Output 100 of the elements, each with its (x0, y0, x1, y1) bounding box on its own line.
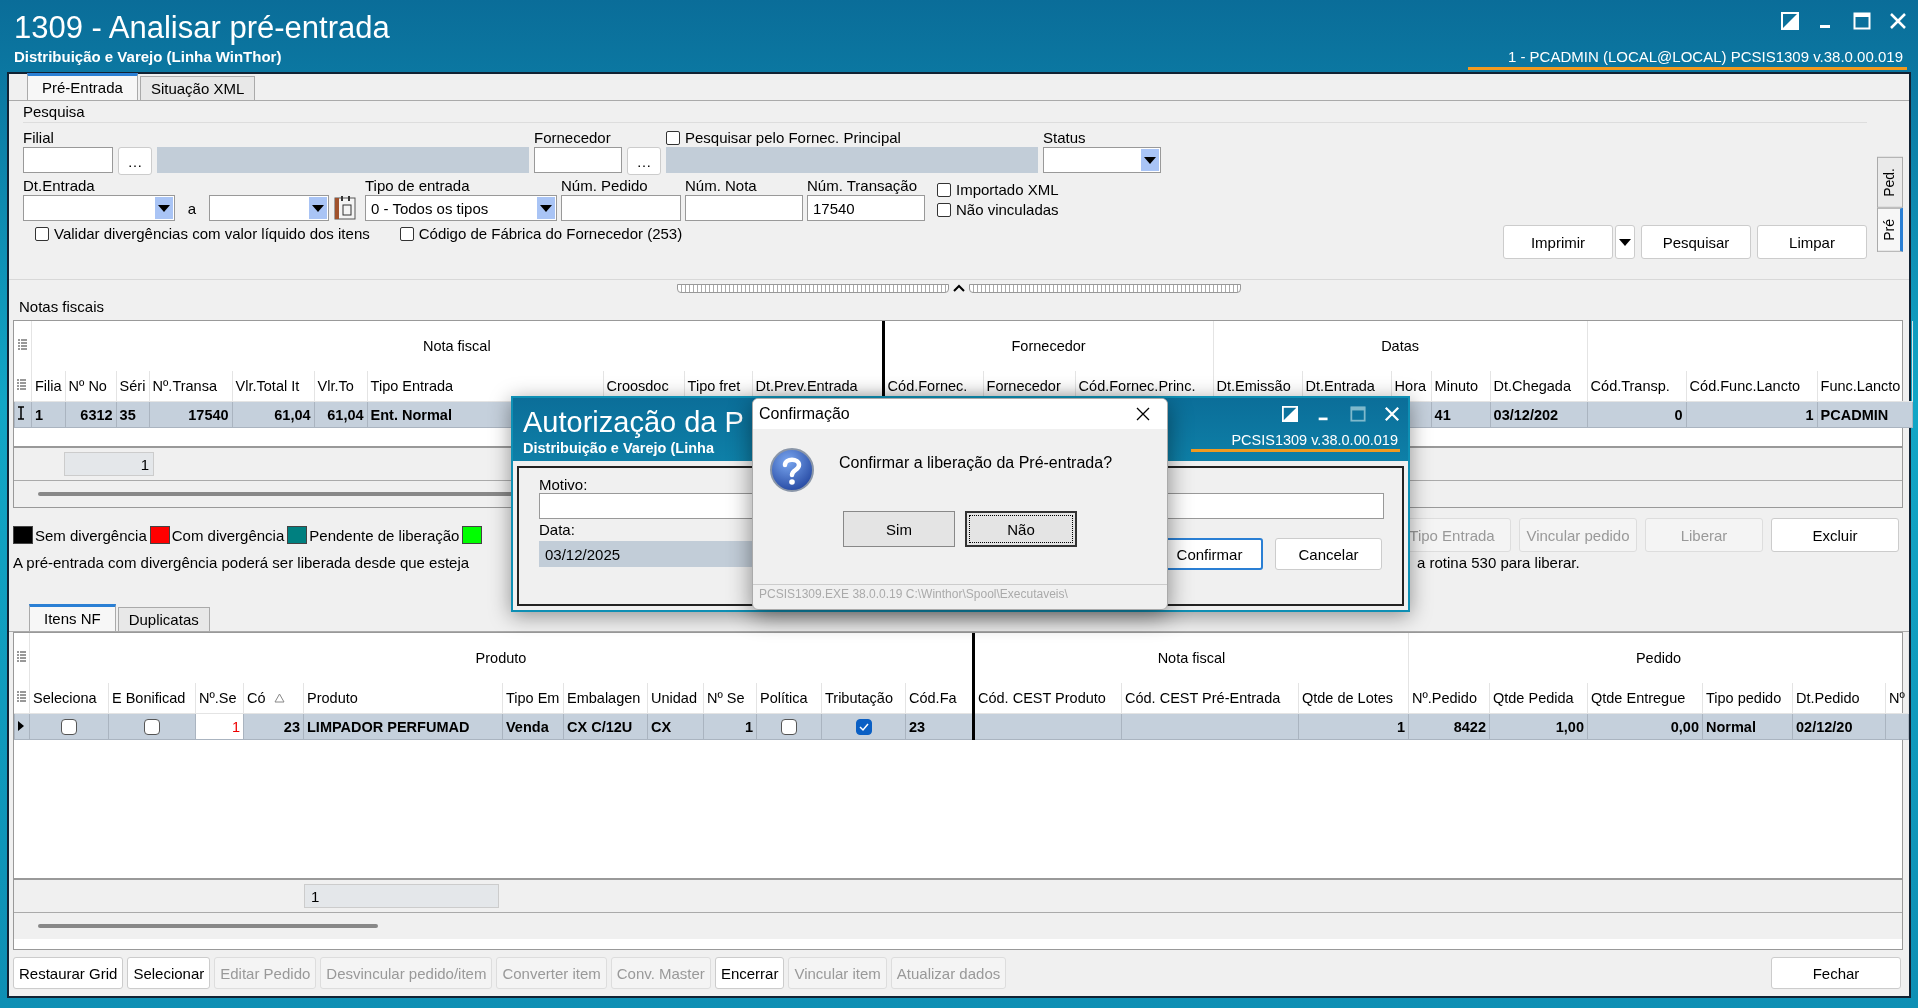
legend-label: Pendente de liberação (309, 526, 460, 544)
splitter-handle[interactable] (969, 283, 1241, 293)
column-header[interactable]: E Bonificad (112, 690, 192, 706)
column-header[interactable]: Cód.Func.Lancto (1686, 371, 1818, 402)
column-chooser-icon[interactable] (16, 379, 26, 391)
checkbox[interactable]: Validar divergências com valor líquido dos itens (35, 225, 370, 242)
dialog-button[interactable]: Não (965, 511, 1077, 547)
collapse-icon[interactable] (953, 284, 965, 292)
action-button[interactable]: Imprimir (1503, 225, 1613, 259)
checkbox[interactable]: Não vinculadas (937, 201, 1069, 218)
legend-label: Com divergência (171, 526, 285, 544)
action-button[interactable]: Encerrar (714, 957, 785, 989)
column-header[interactable]: Cód. CEST Pré-Entrada (1125, 690, 1295, 706)
input-field[interactable] (685, 195, 803, 221)
column-header[interactable]: Séri (116, 371, 150, 402)
close-icon[interactable] (1135, 406, 1151, 422)
column-header[interactable]: Produto (307, 690, 499, 706)
dialog-title: Confirmação (759, 405, 850, 423)
action-button[interactable]: Restaurar Grid (13, 957, 124, 989)
action-button[interactable]: Selecionar (127, 957, 211, 989)
maximize-icon (1350, 406, 1366, 422)
column-header[interactable]: Nº.Se (199, 690, 240, 706)
checkbox[interactable]: Código de Fábrica do Fornecedor (253) (399, 225, 683, 242)
column-header[interactable]: Tipo pedido (1706, 690, 1789, 706)
tab[interactable]: Pré-Entrada (27, 73, 138, 100)
column-header[interactable]: Vlr.Total It (232, 371, 315, 402)
column-header[interactable]: Nº (1889, 690, 1905, 706)
input-field[interactable] (561, 195, 681, 221)
dialog-button[interactable]: Sim (843, 511, 955, 547)
field-label: Núm. Transação (807, 177, 919, 194)
column-group-header: Produto (475, 650, 527, 666)
column-header[interactable]: Embalagen (567, 690, 644, 706)
action-button[interactable]: Limpar (1757, 225, 1867, 259)
table-cell: LIMPADOR PERFUMAD (307, 718, 470, 735)
column-header[interactable]: Cód.Fa (909, 690, 969, 706)
column-header[interactable]: Nº No (65, 371, 117, 402)
column-header[interactable]: Dt.Pedido (1796, 690, 1882, 706)
column-header[interactable]: Func.Lancto (1817, 371, 1913, 402)
column-header[interactable]: Tipo Em (506, 690, 560, 706)
column-header[interactable]: Unidad (651, 690, 700, 706)
footer-total: 1 (304, 884, 499, 908)
checkbox[interactable]: Importado XML (937, 181, 1069, 198)
restore-icon[interactable] (1781, 12, 1799, 30)
action-button[interactable]: Pesquisar (1641, 225, 1751, 259)
checkbox[interactable] (855, 719, 872, 736)
checkbox[interactable] (61, 719, 77, 736)
column-header[interactable]: Có (247, 690, 300, 706)
table-cell: CX (651, 718, 672, 735)
field-label: Fornecedor (534, 129, 612, 146)
restore-icon[interactable] (1282, 406, 1298, 422)
input-field[interactable] (23, 147, 113, 173)
column-chooser-icon[interactable] (16, 691, 26, 703)
table-cell: 1,00 (1555, 718, 1584, 735)
date-dropdown[interactable] (23, 195, 175, 221)
ellipsis-button[interactable]: … (627, 147, 661, 175)
splitter-handle[interactable] (677, 283, 949, 293)
side-tab[interactable]: Pré (1877, 207, 1903, 252)
table-cell: PCADMIN (1820, 406, 1889, 423)
tab[interactable]: Situação XML (139, 76, 256, 100)
calendar-icon[interactable] (333, 195, 357, 221)
ellipsis-button[interactable]: … (118, 147, 152, 175)
checkbox[interactable]: Pesquisar pelo Fornec. Principal (666, 129, 1038, 146)
column-header[interactable]: Qtde Entregue (1591, 690, 1699, 706)
scrollbar-thumb[interactable] (38, 924, 378, 928)
column-header[interactable]: Filia (31, 371, 66, 402)
table-cell: 23 (909, 718, 926, 735)
input-field[interactable] (534, 147, 622, 173)
tab[interactable]: Itens NF (29, 604, 116, 631)
column-group-header: Nota fiscal (1157, 650, 1226, 666)
column-header[interactable]: Cód.Transp. (1587, 371, 1687, 402)
column-chooser-icon[interactable] (17, 651, 27, 663)
column-header[interactable]: Nº Se (707, 690, 753, 706)
column-chooser-icon[interactable] (18, 339, 28, 351)
status-dropdown[interactable] (1043, 147, 1161, 173)
close-button[interactable]: Fechar (1771, 957, 1901, 989)
action-button[interactable]: Excluir (1771, 518, 1899, 552)
column-header[interactable]: Nº.Pedido (1412, 690, 1486, 706)
column-header[interactable]: Tributação (825, 690, 902, 706)
dropdown-button[interactable] (1615, 225, 1635, 259)
tab[interactable]: Duplicatas (117, 607, 210, 631)
text-cursor-icon (17, 406, 25, 420)
column-header[interactable]: Política (760, 690, 818, 706)
checkbox[interactable] (144, 719, 160, 736)
side-tab[interactable]: Ped. (1877, 157, 1903, 208)
column-header[interactable]: Cód. CEST Produto (978, 690, 1118, 706)
dialog-button[interactable]: Cancelar (1275, 538, 1382, 570)
column-header[interactable]: Dt.Chegada (1490, 371, 1588, 402)
column-header[interactable]: Vlr.To (314, 371, 368, 402)
column-header[interactable]: Minuto (1431, 371, 1491, 402)
type-dropdown[interactable]: 0 - Todos os tipos (365, 195, 557, 221)
input-field[interactable]: 17540 (807, 195, 925, 221)
field-label: Data: (539, 521, 575, 538)
column-header[interactable]: Nº.Transa (149, 371, 233, 402)
column-header[interactable]: Qtde de Lotes (1302, 690, 1405, 706)
column-header[interactable]: Seleciona (33, 690, 105, 706)
maximize-icon[interactable] (1853, 12, 1871, 30)
column-header[interactable]: Qtde Pedida (1493, 690, 1584, 706)
checkbox[interactable] (781, 719, 797, 736)
question-icon (769, 447, 815, 493)
version-label: PCSIS1309 v.38.0.00.019 (1191, 432, 1400, 452)
